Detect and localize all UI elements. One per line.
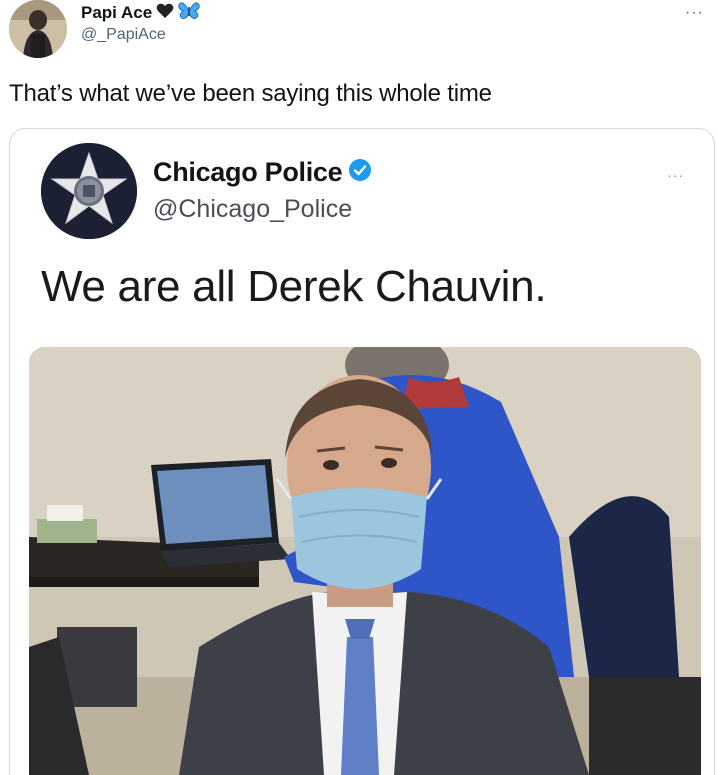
- author-display-name[interactable]: Papi Ace: [81, 3, 152, 23]
- butterfly-icon: [178, 1, 200, 25]
- embedded-more-options-icon: ···: [667, 167, 684, 183]
- verified-badge-icon: [348, 158, 372, 187]
- embedded-author-name: Chicago Police: [153, 157, 343, 187]
- author-name-row: Papi Ace: [81, 1, 200, 25]
- tweet: Papi Ace @_PapiAce ··· That’s what we’ve…: [0, 0, 718, 775]
- chicago-police-star-logo: [41, 143, 137, 239]
- author-handle[interactable]: @_PapiAce: [81, 26, 166, 44]
- author-avatar[interactable]: [9, 0, 67, 58]
- more-options-button[interactable]: ···: [685, 4, 704, 22]
- tweet-text: That’s what we’ve been saying this whole…: [9, 80, 492, 107]
- embedded-author-name-row: Chicago Police: [153, 157, 372, 188]
- courtroom-photo: [29, 347, 701, 775]
- embedded-author-handle: @Chicago_Police: [153, 195, 353, 223]
- tweet-media-image[interactable]: Chicago Police @Chicago_Police ··· We ar…: [9, 128, 715, 775]
- embedded-tweet-text: We are all Derek Chauvin.: [41, 262, 547, 311]
- black-heart-icon: [156, 3, 174, 24]
